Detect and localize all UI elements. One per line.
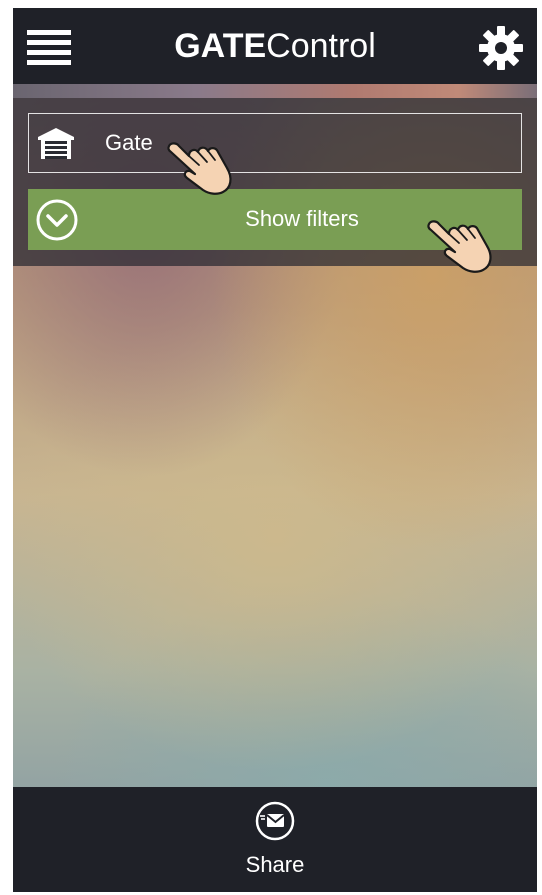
envelope-icon xyxy=(255,801,295,841)
app-title-regular: Control xyxy=(266,27,376,65)
settings-button[interactable] xyxy=(478,25,524,71)
share-button[interactable]: Share xyxy=(225,797,325,887)
gate-selector[interactable]: Gate xyxy=(28,113,522,173)
garage-door-icon xyxy=(38,128,74,159)
app-title: GATEControl xyxy=(13,26,537,66)
show-filters-label: Show filters xyxy=(245,206,359,231)
header-accent-strip xyxy=(13,84,537,98)
gear-icon xyxy=(479,26,523,70)
app-screen: GATEControl Gate Show filters Share xyxy=(13,8,537,892)
bottom-bar: Share xyxy=(13,787,537,892)
show-filters-button[interactable]: Show filters xyxy=(28,189,522,250)
app-title-bold: GATE xyxy=(174,27,267,65)
share-label: Share xyxy=(245,852,305,877)
top-bar: GATEControl xyxy=(13,8,537,84)
gate-selector-label: Gate xyxy=(105,130,153,155)
